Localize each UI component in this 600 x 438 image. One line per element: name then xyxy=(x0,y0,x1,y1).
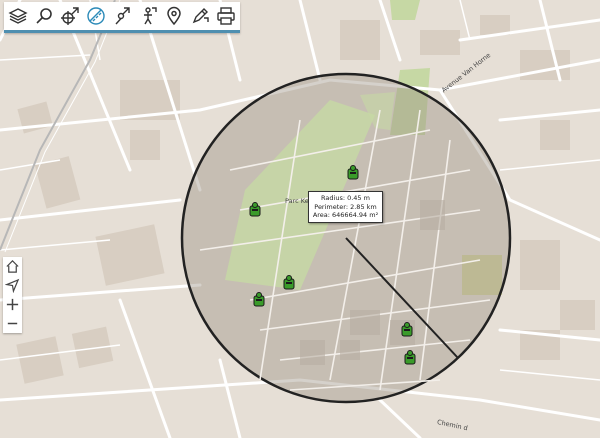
locate-button[interactable] xyxy=(58,4,82,28)
edit-button[interactable] xyxy=(188,4,212,28)
person-pin-icon xyxy=(144,7,157,25)
crosshair-pin-icon xyxy=(61,7,79,25)
layers-button[interactable] xyxy=(6,4,30,28)
home-icon xyxy=(6,260,19,273)
map-controls xyxy=(3,257,22,333)
minus-icon xyxy=(7,322,18,325)
poi-button[interactable] xyxy=(136,4,160,28)
home-button[interactable] xyxy=(3,257,22,276)
area-text: Area: 646664.94 m² xyxy=(312,211,379,220)
navigation-arrow-icon xyxy=(5,278,20,293)
park-label: Parc Ke xyxy=(285,197,309,205)
measure-button[interactable] xyxy=(84,4,108,28)
zoom-out-button[interactable] xyxy=(3,314,22,333)
marker-icon[interactable] xyxy=(403,350,417,366)
perimeter-text: Perimeter: 2.85 km xyxy=(314,202,377,211)
edit-pen-icon xyxy=(192,8,209,24)
zoom-in-button[interactable] xyxy=(3,295,22,314)
print-button[interactable] xyxy=(214,4,238,28)
draw-button[interactable] xyxy=(110,4,134,28)
map-toolbar xyxy=(4,2,240,33)
search-button[interactable] xyxy=(32,4,56,28)
marker-icon[interactable] xyxy=(248,202,262,218)
printer-icon xyxy=(217,7,235,25)
marker-icon[interactable] xyxy=(346,165,360,181)
marker-icon[interactable] xyxy=(252,292,266,308)
map-marker-icon xyxy=(167,6,181,26)
locate-me-button[interactable] xyxy=(3,276,22,295)
marker-button[interactable] xyxy=(162,4,186,28)
map-canvas[interactable] xyxy=(0,0,600,438)
marker-icon[interactable] xyxy=(400,322,414,338)
measure-ruler-icon xyxy=(87,7,105,25)
plus-icon xyxy=(6,298,19,311)
measurement-tooltip: Radius: 0.45 m Perimeter: 2.85 km Area: … xyxy=(308,191,383,223)
pin-pencil-icon xyxy=(115,7,130,25)
layers-icon xyxy=(8,8,28,24)
marker-icon[interactable] xyxy=(282,275,296,291)
radius-text: Radius: 0.45 m xyxy=(321,194,370,203)
search-icon xyxy=(36,8,52,24)
